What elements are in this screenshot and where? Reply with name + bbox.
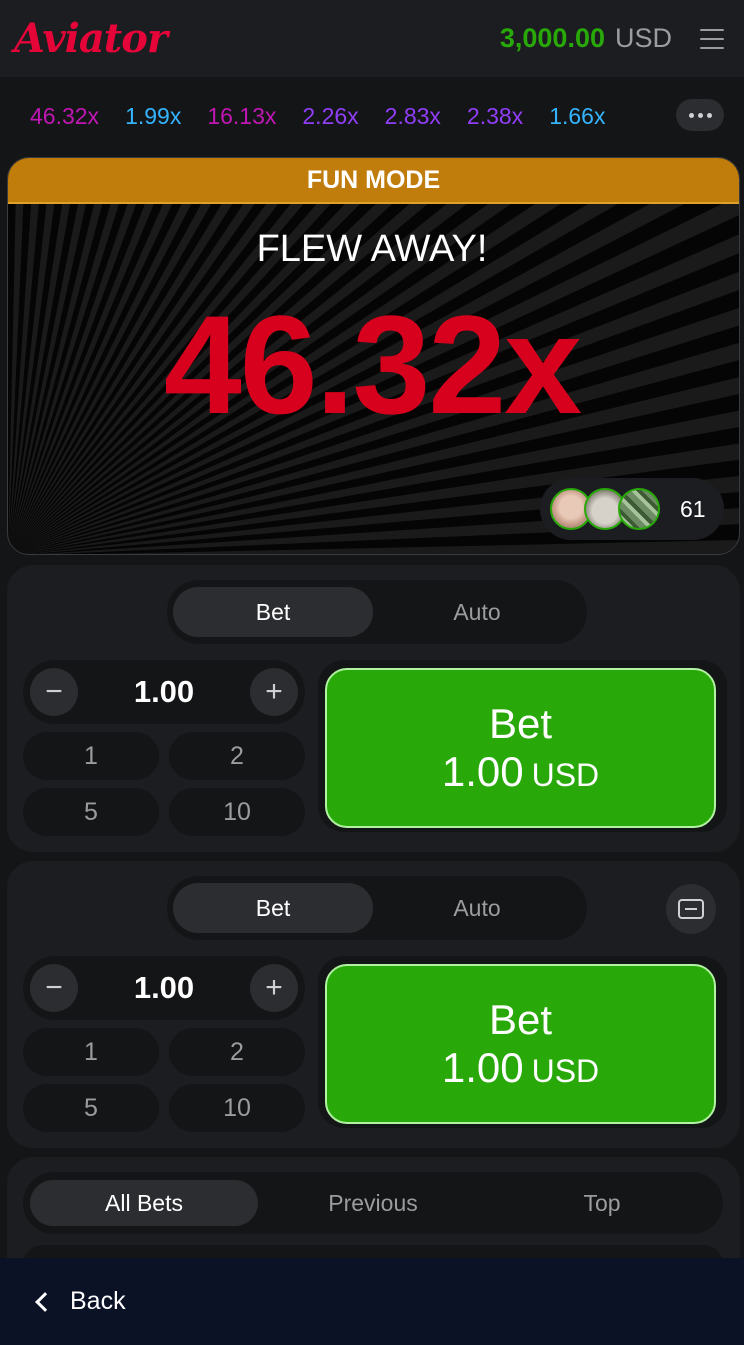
tab-bet[interactable]: Bet [173, 587, 373, 637]
remove-panel-icon[interactable] [666, 884, 716, 934]
more-dots-icon[interactable] [676, 99, 724, 131]
bet-mode-switch: Bet Auto [167, 580, 587, 644]
tab-bet[interactable]: Bet [173, 883, 373, 933]
bet-amount-stepper: − 1.00 + [23, 660, 305, 724]
bet-button[interactable]: Bet 1.00 USD [325, 964, 716, 1124]
quick-amount-button[interactable]: 2 [169, 1028, 305, 1076]
quick-amount-button[interactable]: 5 [23, 1084, 159, 1132]
bet-amount-box: − 1.00 + 1 2 5 10 [23, 660, 305, 842]
crash-multiplier: 46.32x [163, 286, 582, 443]
bet-button-wrap: Bet 1.00 USD [318, 956, 727, 1128]
players-count: 61 [680, 495, 706, 522]
quick-amounts: 1 2 5 10 [23, 1028, 305, 1132]
quick-amount-button[interactable]: 1 [23, 1028, 159, 1076]
history-multiplier[interactable]: 1.66x [549, 103, 605, 130]
tab-previous[interactable]: Previous [259, 1180, 487, 1226]
bet-button-amount: 1.00 USD [442, 748, 599, 796]
bet-button-currency: USD [531, 757, 600, 793]
top-bar: Aviator 3,000.00 USD [0, 0, 744, 77]
bet-button-label: Bet [488, 995, 553, 1043]
minus-icon[interactable]: − [30, 964, 78, 1012]
quick-amounts: 1 2 5 10 [23, 732, 305, 836]
quick-amount-button[interactable]: 2 [169, 732, 305, 780]
bets-tabs: All Bets Previous Top [23, 1172, 723, 1234]
balance-amount: 3,000.00 [499, 23, 605, 53]
bet-panel-2: Bet Auto − 1.00 + 1 2 5 10 Bet 1.00 USD [7, 861, 740, 1148]
tab-auto[interactable]: Auto [377, 587, 577, 637]
fun-mode-banner: FUN MODE [8, 158, 739, 204]
bet-button-value: 1.00 [441, 1044, 524, 1091]
chevron-left-icon[interactable] [35, 1291, 55, 1312]
tab-all-bets[interactable]: All Bets [30, 1180, 258, 1226]
bet-button[interactable]: Bet 1.00 USD [325, 668, 716, 828]
bet-amount-box: − 1.00 + 1 2 5 10 [23, 956, 305, 1138]
history-multiplier[interactable]: 2.38x [467, 103, 523, 130]
history-multiplier[interactable]: 16.13x [207, 103, 276, 130]
minus-icon[interactable]: − [30, 668, 78, 716]
balance: 3,000.00 USD [500, 23, 724, 54]
multiplier-history: 46.32x 1.99x 16.13x 2.26x 2.83x 2.38x 1.66x [0, 77, 744, 155]
flew-away-label: FLEW AWAY! [256, 228, 488, 270]
history-multiplier[interactable]: 2.26x [302, 103, 358, 130]
hamburger-menu-icon[interactable] [700, 28, 724, 49]
players-indicator[interactable]: 61 [540, 478, 724, 540]
back-label[interactable]: Back [70, 1287, 126, 1316]
history-multiplier[interactable]: 2.83x [385, 103, 441, 130]
bet-button-value: 1.00 [441, 748, 524, 795]
aviator-logo: Aviator [14, 15, 168, 62]
plus-icon[interactable]: + [250, 964, 298, 1012]
back-bar[interactable]: Back [0, 1258, 744, 1345]
bet-amount-value[interactable]: 1.00 [134, 674, 194, 710]
bet-button-amount: 1.00 USD [442, 1044, 599, 1092]
multiplier-history-list: 46.32x 1.99x 16.13x 2.26x 2.83x 2.38x 1.66x [30, 103, 660, 130]
bet-button-label: Bet [488, 699, 553, 747]
plus-icon[interactable]: + [250, 668, 298, 716]
tab-auto[interactable]: Auto [377, 883, 577, 933]
history-multiplier[interactable]: 46.32x [30, 103, 99, 130]
quick-amount-button[interactable]: 10 [169, 788, 305, 836]
bet-panel-1: Bet Auto − 1.00 + 1 2 5 10 Bet 1.00 USD [7, 565, 740, 852]
balance-currency: USD [614, 23, 672, 53]
history-multiplier[interactable]: 1.99x [125, 103, 181, 130]
quick-amount-button[interactable]: 1 [23, 732, 159, 780]
bet-mode-switch: Bet Auto [167, 876, 587, 940]
quick-amount-button[interactable]: 10 [169, 1084, 305, 1132]
bet-amount-stepper: − 1.00 + [23, 956, 305, 1020]
tab-top[interactable]: Top [488, 1180, 716, 1226]
avatar [618, 488, 660, 530]
bet-amount-value[interactable]: 1.00 [134, 970, 194, 1006]
bet-button-currency: USD [531, 1053, 600, 1089]
bet-button-wrap: Bet 1.00 USD [318, 660, 727, 832]
quick-amount-button[interactable]: 5 [23, 788, 159, 836]
